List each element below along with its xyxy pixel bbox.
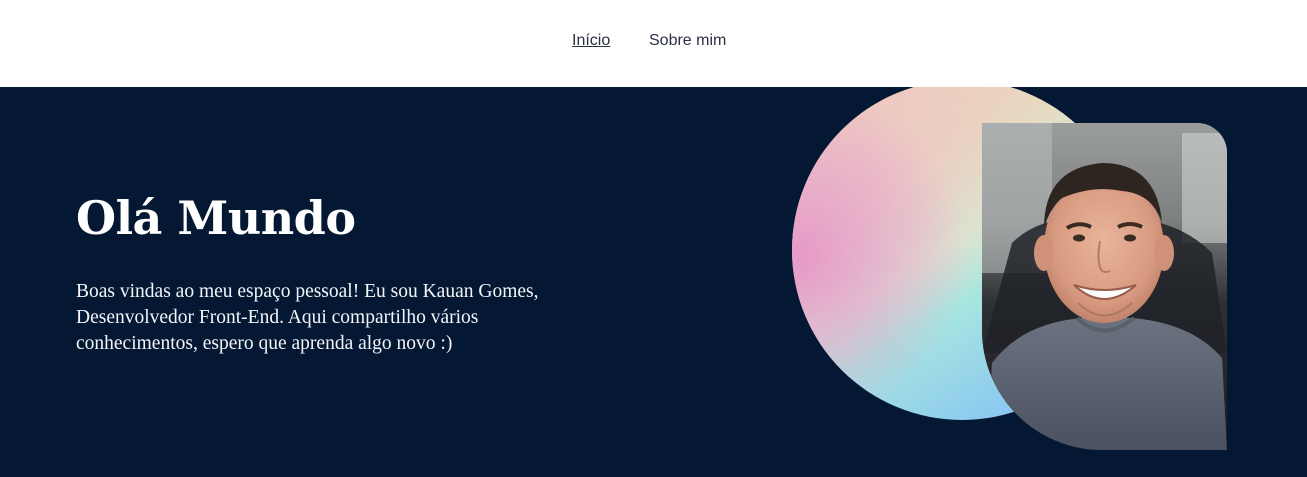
hero-section: Olá Mundo Boas vindas ao meu espaço pess… — [0, 87, 1307, 477]
hero-description: Boas vindas ao meu espaço pessoal! Eu so… — [76, 281, 539, 354]
nav-link-sobre-mim[interactable]: Sobre mim — [649, 31, 726, 51]
nav-link-inicio[interactable]: Início — [572, 31, 610, 51]
top-navigation: Início Sobre mim — [0, 0, 1307, 87]
profile-photo-illustration — [982, 123, 1227, 450]
hero-title: Olá Mundo — [76, 191, 356, 245]
profile-photo — [982, 123, 1227, 450]
